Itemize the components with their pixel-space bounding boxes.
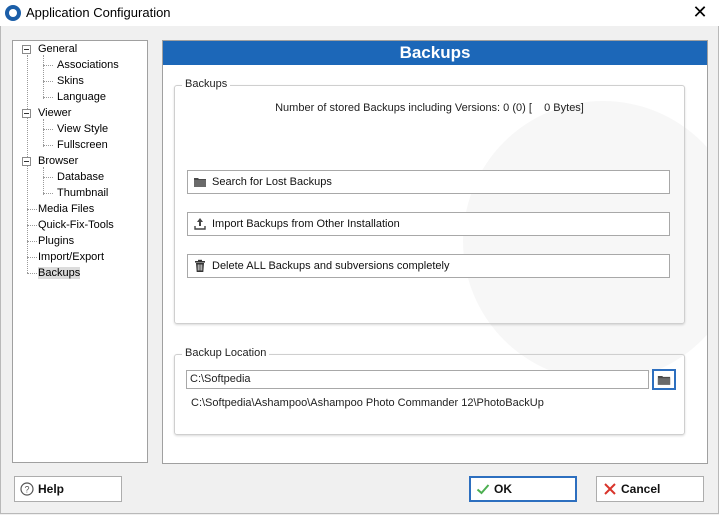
tree-item-view-style[interactable]: View Style — [57, 121, 108, 137]
svg-text:?: ? — [24, 485, 29, 495]
tree-item-label: Database — [57, 171, 105, 183]
tree-item-label: Viewer — [38, 107, 72, 119]
help-label: Help — [38, 482, 65, 496]
button-label: Search for Lost Backups — [212, 176, 332, 188]
backup-location-input[interactable]: C:\Softpedia — [186, 370, 649, 389]
tree-item-viewer[interactable]: Viewer — [13, 105, 145, 121]
tree-item-label: Browser — [38, 155, 79, 167]
trash-icon — [195, 259, 205, 272]
upload-icon — [194, 218, 206, 230]
panel-header: Backups — [163, 41, 707, 65]
tree-item-associations[interactable]: Associations — [57, 57, 119, 73]
import-backups-button[interactable]: Import Backups from Other Installation — [187, 212, 670, 236]
tree-item-thumbnail[interactable]: Thumbnail — [57, 185, 108, 201]
stored-backups-info: Number of stored Backups including Versi… — [275, 102, 584, 114]
tree-item-general[interactable]: General — [13, 41, 145, 57]
title-bar: Application Configuration ✕ — [0, 0, 719, 26]
folder-icon — [657, 376, 671, 385]
full-backup-path: C:\Softpedia\Ashampoo\Ashampoo Photo Com… — [191, 397, 544, 409]
tree-item-plugins[interactable]: Plugins — [38, 233, 74, 249]
tree-item-label: Associations — [57, 59, 119, 71]
tree-item-database[interactable]: Database — [57, 169, 104, 185]
search-lost-backups-button[interactable]: Search for Lost Backups — [187, 170, 670, 194]
help-icon: ? — [20, 482, 34, 496]
tree-item-media-files[interactable]: Media Files — [38, 201, 94, 217]
tree-item-label: Import/Export — [38, 251, 105, 263]
group-title: Backup Location — [182, 347, 270, 359]
collapse-icon[interactable] — [22, 157, 31, 166]
button-label: Import Backups from Other Installation — [212, 218, 400, 230]
tree-item-label: General — [38, 43, 78, 55]
tree-item-label: Backups — [38, 267, 81, 279]
tree-item-label: Skins — [57, 75, 84, 87]
group-title: Backups — [182, 78, 231, 90]
collapse-icon[interactable] — [22, 45, 31, 54]
collapse-icon[interactable] — [22, 109, 31, 118]
close-icon[interactable]: ✕ — [689, 1, 711, 23]
tree-item-label: Quick-Fix-Tools — [38, 219, 114, 231]
tree-item-label: Language — [57, 91, 106, 103]
cancel-button[interactable]: Cancel — [596, 476, 704, 502]
ok-button[interactable]: OK — [469, 476, 577, 502]
button-label: Delete ALL Backups and subversions compl… — [212, 260, 450, 272]
cancel-label: Cancel — [621, 482, 661, 496]
tree-item-label: Plugins — [38, 235, 75, 247]
tree-item-backups[interactable]: Backups — [38, 265, 81, 281]
tree-item-label: Thumbnail — [57, 187, 109, 199]
cancel-x-icon — [604, 483, 616, 495]
app-logo-icon — [5, 5, 21, 21]
tree-item-import-export[interactable]: Import/Export — [38, 249, 104, 265]
tree-item-skins[interactable]: Skins — [57, 73, 84, 89]
browse-folder-button[interactable] — [652, 369, 676, 390]
backup-location-group: Backup Location C:\Softpedia C:\Softpedi… — [174, 347, 685, 435]
tree-item-fullscreen[interactable]: Fullscreen — [57, 137, 108, 153]
checkmark-icon — [476, 484, 490, 495]
delete-all-backups-button[interactable]: Delete ALL Backups and subversions compl… — [187, 254, 670, 278]
folder-icon — [194, 178, 206, 187]
settings-tree[interactable]: General Associations Skins Language View… — [12, 40, 148, 463]
tree-item-quick-fix-tools[interactable]: Quick-Fix-Tools — [38, 217, 114, 233]
tree-item-browser[interactable]: Browser — [13, 153, 145, 169]
window-title: Application Configuration — [26, 5, 171, 20]
tree-item-label: View Style — [57, 123, 109, 135]
tree-item-label: Media Files — [38, 203, 95, 215]
settings-panel: Backups Backups Number of stored Backups… — [162, 40, 708, 464]
ok-label: OK — [494, 482, 512, 496]
help-button[interactable]: ? Help — [14, 476, 122, 502]
tree-item-label: Fullscreen — [57, 139, 108, 151]
tree-item-language[interactable]: Language — [57, 89, 106, 105]
backups-group: Backups Number of stored Backups includi… — [174, 78, 685, 324]
